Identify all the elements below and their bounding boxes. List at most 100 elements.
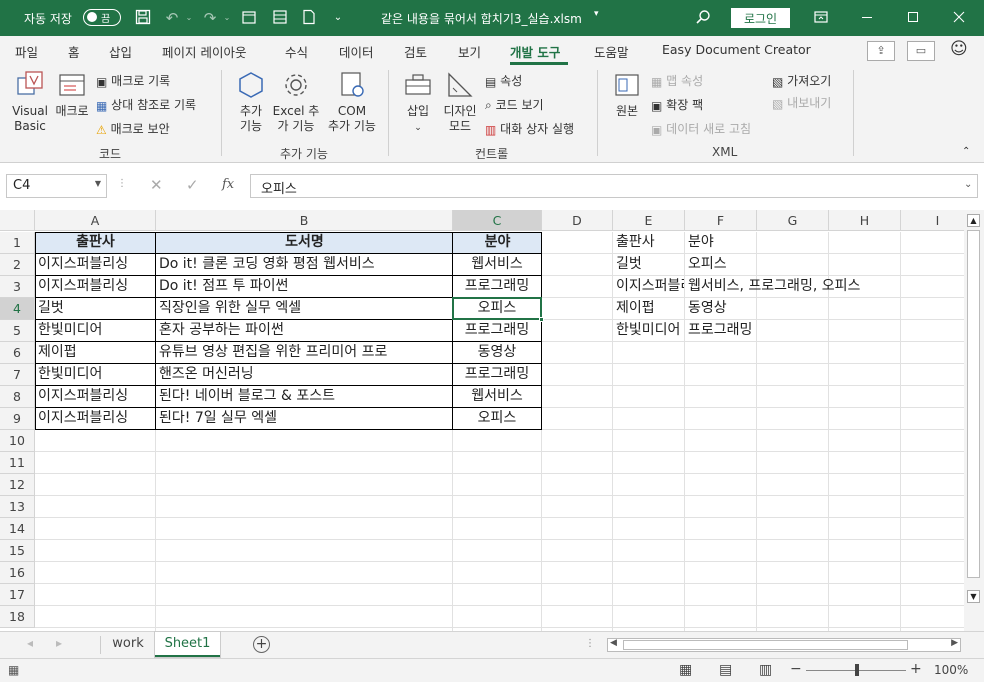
- minimize-icon[interactable]: [858, 9, 876, 27]
- select-all-corner[interactable]: [0, 210, 35, 231]
- maximize-icon[interactable]: [904, 9, 922, 27]
- row-header-14[interactable]: 14: [0, 518, 35, 540]
- table-cell[interactable]: 오피스: [453, 408, 541, 430]
- record-macro-button[interactable]: ▣ 매크로 기록: [96, 72, 170, 89]
- result-cell[interactable]: 오피스: [685, 254, 965, 276]
- horizontal-scrollbar[interactable]: ◀ ▶: [607, 638, 961, 652]
- zoom-slider-thumb[interactable]: [855, 664, 859, 676]
- row-header-15[interactable]: 15: [0, 540, 35, 562]
- form-icon[interactable]: [271, 9, 289, 27]
- table-cell[interactable]: 직장인을 위한 실무 엑셀: [156, 298, 452, 320]
- tab-view[interactable]: 보기: [458, 42, 481, 61]
- properties-button[interactable]: ▤ 속성: [485, 72, 522, 89]
- scroll-up-icon[interactable]: ▲: [967, 214, 980, 227]
- column-header-c[interactable]: C: [453, 210, 542, 231]
- result-cell[interactable]: 한빛미디어: [613, 320, 684, 342]
- enter-icon[interactable]: ✓: [186, 176, 199, 194]
- map-properties-button[interactable]: ▦ 맵 속성: [651, 72, 703, 89]
- tab-insert[interactable]: 삽입: [109, 42, 132, 61]
- close-icon[interactable]: [950, 9, 968, 27]
- com-addins-button[interactable]: COM 추가 기능: [324, 70, 380, 134]
- row-header-7[interactable]: 7: [0, 364, 35, 386]
- vertical-scrollbar[interactable]: ▲ ▼: [964, 210, 984, 631]
- table-cell[interactable]: 이지스퍼블리싱: [35, 276, 155, 298]
- save-icon[interactable]: [134, 9, 152, 27]
- undo-dropdown-icon[interactable]: ⌄: [180, 9, 198, 27]
- result-header-cell[interactable]: 분야: [685, 232, 756, 254]
- tab-home[interactable]: 홈: [68, 42, 80, 61]
- table-cell[interactable]: 혼자 공부하는 파이썬: [156, 320, 452, 342]
- run-dialog-button[interactable]: ▥ 대화 상자 실행: [485, 120, 574, 137]
- table-header-cell[interactable]: 출판사: [35, 232, 156, 254]
- tab-easy-document-creator[interactable]: Easy Document Creator: [662, 42, 811, 57]
- table-cell[interactable]: 한빛미디어: [35, 320, 155, 342]
- table-cell[interactable]: 된다! 7일 실무 엑셀: [156, 408, 452, 430]
- relative-reference-button[interactable]: ▦ 상대 참조로 기록: [96, 96, 196, 113]
- table-cell[interactable]: 이지스퍼블리싱: [35, 408, 155, 430]
- table-cell[interactable]: 핸즈온 머신러닝: [156, 364, 452, 386]
- ribbon-display-icon[interactable]: [812, 9, 830, 27]
- tab-page-layout[interactable]: 페이지 레이아웃: [162, 42, 246, 61]
- column-header-g[interactable]: G: [757, 210, 829, 231]
- row-header-6[interactable]: 6: [0, 342, 35, 364]
- spreadsheet-grid[interactable]: ABCDEFGHI 1 2 3 4 5 6 7 8 9 10 11 12 13 14 15 16 17 18 출판…: [0, 210, 984, 631]
- excel-addins-button[interactable]: Excel 추 가 기능: [272, 70, 320, 134]
- active-cell-selection[interactable]: [452, 297, 542, 320]
- table-cell[interactable]: 길벗: [35, 298, 155, 320]
- table-cell[interactable]: 된다! 네이버 블로그 & 포스트: [156, 386, 452, 408]
- autosave-toggle[interactable]: 끔: [83, 9, 121, 26]
- macros-button[interactable]: 매크로: [53, 70, 91, 119]
- row-header-13[interactable]: 13: [0, 496, 35, 518]
- insert-function-icon[interactable]: fx: [222, 177, 234, 192]
- row-header-3[interactable]: 3: [0, 276, 35, 298]
- tab-split-handle-icon[interactable]: ⋮: [585, 638, 595, 649]
- zoom-out-icon[interactable]: −: [790, 661, 802, 677]
- document-icon[interactable]: [300, 9, 318, 27]
- row-header-4[interactable]: 4: [0, 298, 35, 320]
- redo-icon[interactable]: ↷: [201, 9, 219, 27]
- table-cell[interactable]: 프로그래밍: [453, 364, 541, 386]
- title-dropdown-icon[interactable]: ▾: [594, 9, 599, 19]
- result-cell[interactable]: 프로그래밍: [685, 320, 965, 342]
- name-box[interactable]: C4 ▼: [6, 174, 107, 198]
- normal-view-icon[interactable]: ▦: [679, 662, 692, 678]
- table-cell[interactable]: Do it! 클론 코딩 영화 평점 웹서비스: [156, 254, 452, 276]
- column-header-e[interactable]: E: [613, 210, 685, 231]
- next-sheet-icon[interactable]: ▸: [56, 636, 62, 650]
- add-sheet-icon[interactable]: +: [253, 636, 270, 653]
- result-cell[interactable]: 제이펍: [613, 298, 684, 320]
- expand-formula-bar-icon[interactable]: ⌄: [964, 179, 972, 190]
- table-cell[interactable]: 이지스퍼블리싱: [35, 386, 155, 408]
- row-header-11[interactable]: 11: [0, 452, 35, 474]
- row-header-17[interactable]: 17: [0, 584, 35, 606]
- share-button[interactable]: ⇪: [867, 41, 895, 61]
- tab-help[interactable]: 도움말: [594, 42, 629, 61]
- row-header-2[interactable]: 2: [0, 254, 35, 276]
- sheet-tab-sheet1[interactable]: Sheet1: [155, 632, 220, 657]
- row-header-9[interactable]: 9: [0, 408, 35, 430]
- row-header-16[interactable]: 16: [0, 562, 35, 584]
- vertical-scroll-thumb[interactable]: [967, 230, 980, 578]
- cancel-icon[interactable]: ✕: [150, 176, 163, 194]
- export-button[interactable]: ▧ 내보내기: [772, 94, 831, 111]
- addins-button[interactable]: 추가 기능: [230, 70, 272, 134]
- redo-dropdown-icon[interactable]: ⌄: [218, 9, 236, 27]
- row-header-18[interactable]: 18: [0, 606, 35, 628]
- column-header-a[interactable]: A: [35, 210, 156, 231]
- search-icon[interactable]: [694, 9, 712, 27]
- column-header-f[interactable]: F: [685, 210, 757, 231]
- column-header-b[interactable]: B: [156, 210, 453, 231]
- table-header-cell[interactable]: 도서명: [156, 232, 453, 254]
- smiley-feedback-icon[interactable]: ☺: [950, 39, 968, 59]
- table-cell[interactable]: 유튜브 영상 편집을 위한 프리미어 프로: [156, 342, 452, 364]
- insert-control-button[interactable]: 삽입 ⌄: [398, 70, 438, 136]
- page-break-view-icon[interactable]: ▥: [759, 662, 772, 678]
- view-code-button[interactable]: ⌕ 코드 보기: [485, 96, 544, 113]
- result-cell[interactable]: 길벗: [613, 254, 684, 276]
- customize-toolbar-icon[interactable]: ⌄: [329, 9, 347, 27]
- table-cell[interactable]: 동영상: [453, 342, 541, 364]
- import-button[interactable]: ▧ 가져오기: [772, 72, 831, 89]
- row-header-8[interactable]: 8: [0, 386, 35, 408]
- row-header-5[interactable]: 5: [0, 320, 35, 342]
- tab-review[interactable]: 검토: [404, 42, 427, 61]
